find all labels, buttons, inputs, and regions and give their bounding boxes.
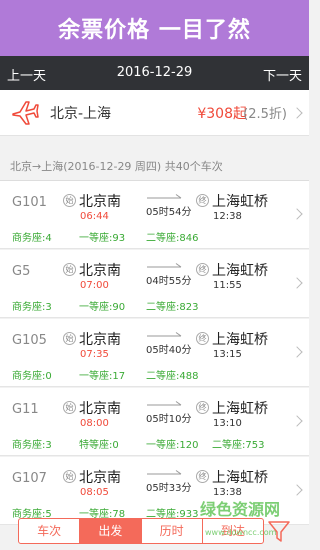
arrive-time: 13:15 (213, 349, 242, 360)
arrow-right-icon (147, 332, 182, 337)
chevron-right-icon (291, 346, 303, 358)
flight-price: ¥308起 (197, 106, 247, 122)
seat-availability: 二等座:488 (146, 371, 199, 382)
route-name: 北京-上海 (50, 106, 112, 122)
trip-duration: 05时10分 (146, 414, 192, 425)
watermark: 绿色资源网 (200, 500, 281, 519)
arrive-time: 11:55 (213, 280, 242, 291)
seat-availability: 商务座:3 (12, 440, 52, 451)
arrive-station: 上海虹桥 (212, 332, 268, 348)
trip-duration: 04时55分 (146, 276, 192, 287)
terminal-station-icon: 终 (196, 470, 209, 483)
depart-time: 06:44 (80, 211, 109, 222)
promo-banner: 余票价格 一目了然 (0, 0, 309, 56)
arrive-station: 上海虹桥 (212, 194, 268, 210)
date-bar: 上一天 2016-12-29 下一天 (0, 56, 309, 90)
seat-availability: 一等座:93 (79, 233, 126, 244)
depart-station: 北京南 (79, 194, 121, 210)
seat-availability: 商务座:3 (12, 302, 52, 313)
banner-title: 余票价格 一目了然 (58, 18, 251, 43)
chevron-right-icon (291, 208, 303, 220)
arrow-right-icon (147, 194, 182, 199)
terminal-station-icon: 终 (196, 194, 209, 207)
trip-duration: 05时40分 (146, 345, 192, 356)
arrow-right-icon (147, 401, 182, 406)
chevron-right-icon (291, 107, 303, 119)
trip-duration: 05时54分 (146, 207, 192, 218)
arrive-station: 上海虹桥 (212, 401, 268, 417)
seat-availability: 商务座:4 (12, 233, 52, 244)
terminal-station-icon: 终 (196, 332, 209, 345)
flight-discount: (2.5折) (243, 107, 287, 122)
next-day-button[interactable]: 下一天 (263, 65, 302, 84)
train-row[interactable]: G105 始北京南 07:35 05时40分终上海虹桥 13:15 商务座:0 一等座:17… (0, 319, 309, 387)
seat-availability: 二等座:823 (146, 302, 199, 313)
terminal-station-icon: 终 (196, 401, 209, 414)
tab-departure[interactable]: 出发 (80, 519, 142, 543)
train-code: G105 (12, 333, 47, 348)
depart-station-icon: 始 (63, 401, 76, 414)
tab-train-number[interactable]: 车次 (19, 519, 81, 543)
train-row[interactable]: G101 始北京南 06:44 05时54分终上海虹桥 12:38 商务座:4 一等座:93… (0, 181, 309, 249)
arrive-time: 13:10 (213, 418, 242, 429)
depart-station-icon: 始 (63, 194, 76, 207)
chevron-right-icon (291, 277, 303, 289)
tab-duration[interactable]: 历时 (142, 519, 203, 543)
seat-availability: 商务座:0 (12, 371, 52, 382)
seat-availability: 一等座:120 (146, 440, 199, 451)
train-code: G107 (12, 471, 47, 486)
seat-availability: 二等座:846 (146, 233, 199, 244)
train-code: G101 (12, 195, 47, 210)
train-code: G5 (12, 264, 31, 279)
depart-time: 07:00 (80, 280, 109, 291)
airplane-icon (12, 101, 39, 125)
depart-station: 北京南 (79, 332, 121, 348)
seat-availability: 特等座:0 (79, 440, 119, 451)
depart-station: 北京南 (79, 401, 121, 417)
depart-station-icon: 始 (63, 470, 76, 483)
arrive-time: 12:38 (213, 211, 242, 222)
depart-time: 08:05 (80, 487, 109, 498)
depart-station: 北京南 (79, 263, 121, 279)
flight-route-row[interactable]: 北京-上海 ¥308起 (2.5折) (0, 90, 309, 136)
search-summary: 北京→上海(2016-12-29 周四) 共40个车次 (10, 160, 223, 173)
watermark-url: www.downcc.com (205, 528, 277, 537)
train-row[interactable]: G5 始北京南 07:00 04时55分终上海虹桥 11:55 商务座:3 一等座:90 二等… (0, 250, 309, 318)
terminal-station-icon: 终 (196, 263, 209, 276)
seat-availability: 二等座:753 (212, 440, 265, 451)
arrive-station: 上海虹桥 (212, 470, 268, 486)
chevron-right-icon (291, 415, 303, 427)
chevron-right-icon (291, 484, 303, 496)
train-code: G11 (12, 402, 39, 417)
arrow-right-icon (147, 470, 182, 475)
seat-availability: 一等座:17 (79, 371, 126, 382)
trip-duration: 05时33分 (146, 483, 192, 494)
arrow-right-icon (147, 263, 182, 268)
seat-availability: 一等座:90 (79, 302, 126, 313)
depart-station-icon: 始 (63, 263, 76, 276)
train-row[interactable]: G11 始北京南 08:00 05时10分终上海虹桥 13:10 商务座:3 特等座:0 一等… (0, 388, 309, 456)
arrive-station: 上海虹桥 (212, 263, 268, 279)
depart-time: 07:35 (80, 349, 109, 360)
depart-station: 北京南 (79, 470, 121, 486)
depart-station-icon: 始 (63, 332, 76, 345)
depart-time: 08:00 (80, 418, 109, 429)
